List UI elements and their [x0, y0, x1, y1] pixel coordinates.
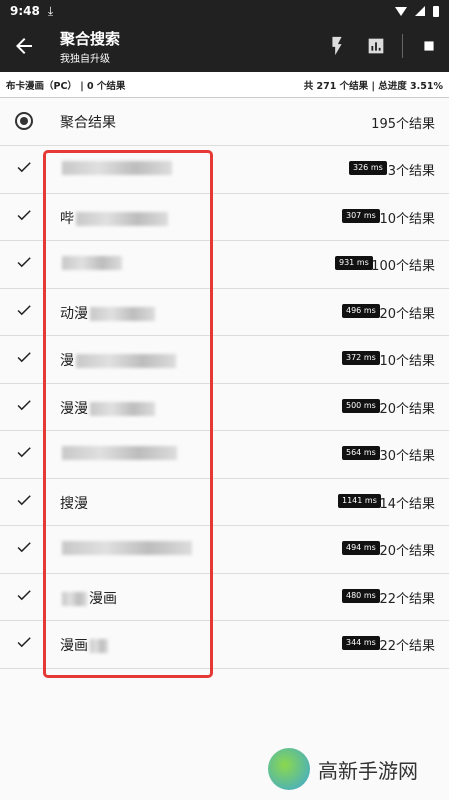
result-count: 3个结果	[387, 164, 435, 179]
chart-icon[interactable]	[365, 35, 387, 57]
toolbar-divider	[402, 34, 403, 58]
aggregate-results-row[interactable]: 聚合结果 195个结果	[0, 98, 449, 146]
result-count: 20个结果	[379, 401, 435, 417]
back-arrow-icon[interactable]	[12, 34, 36, 58]
check-icon	[17, 209, 31, 220]
check-icon	[17, 162, 31, 173]
radio-selected-icon[interactable]	[15, 112, 33, 130]
highlight-annotation	[43, 150, 213, 678]
check-icon	[17, 447, 31, 458]
watermark-text: 高新手游网	[318, 758, 418, 783]
result-count: 10个结果	[379, 211, 435, 227]
latency-badge: 496 ms	[342, 303, 380, 318]
latency-badge: 1141 ms	[338, 493, 381, 508]
status-bar: 9:48 ⤓	[0, 0, 449, 22]
signal-icon	[415, 6, 425, 16]
check-icon	[17, 637, 31, 648]
latency-badge: 307 ms	[342, 208, 380, 223]
aggregate-count: 195个结果	[371, 117, 435, 132]
aggregate-label: 聚合结果	[60, 115, 116, 131]
stop-icon[interactable]	[418, 35, 440, 57]
page-subtitle: 我独自升级	[60, 54, 110, 65]
current-source-status: 布卡漫画（PC） | 0 个结果	[6, 80, 126, 92]
result-count: 22个结果	[379, 639, 435, 654]
check-icon	[17, 257, 31, 268]
app-bar: 聚合搜索 我独自升级	[0, 22, 449, 72]
search-summary-bar: 布卡漫画（PC） | 0 个结果 共 271 个结果 | 总进度 3.51%	[0, 72, 449, 98]
latency-badge: 500 ms	[342, 398, 380, 413]
status-time: 9:48	[10, 4, 40, 18]
check-icon	[17, 589, 31, 600]
latency-badge: 931 ms	[335, 256, 373, 270]
total-progress: 共 271 个结果 | 总进度 3.51%	[303, 80, 443, 92]
check-icon	[17, 304, 31, 315]
latency-badge: 344 ms	[342, 636, 380, 650]
result-count: 100个结果	[371, 259, 435, 274]
latency-badge: 564 ms	[342, 446, 380, 460]
battery-icon	[433, 5, 439, 17]
result-count: 22个结果	[379, 591, 435, 607]
page-title: 聚合搜索	[60, 30, 121, 48]
result-count: 20个结果	[379, 544, 435, 559]
latency-badge: 480 ms	[342, 588, 380, 603]
latency-badge: 494 ms	[342, 541, 380, 555]
check-icon	[17, 352, 31, 363]
result-count: 14个结果	[379, 496, 435, 512]
check-icon	[17, 399, 31, 410]
wifi-icon	[395, 6, 407, 16]
check-icon	[17, 542, 31, 553]
flash-icon[interactable]	[326, 35, 348, 57]
check-icon	[17, 494, 31, 505]
latency-badge: 326 ms	[349, 161, 387, 175]
result-count: 30个结果	[379, 449, 435, 464]
download-icon: ⤓	[47, 3, 54, 18]
watermark-logo-icon	[268, 748, 310, 790]
latency-badge: 372 ms	[342, 351, 380, 365]
result-count: 20个结果	[379, 306, 435, 322]
watermark: 高新手游网	[268, 748, 418, 790]
result-count: 10个结果	[379, 354, 435, 369]
